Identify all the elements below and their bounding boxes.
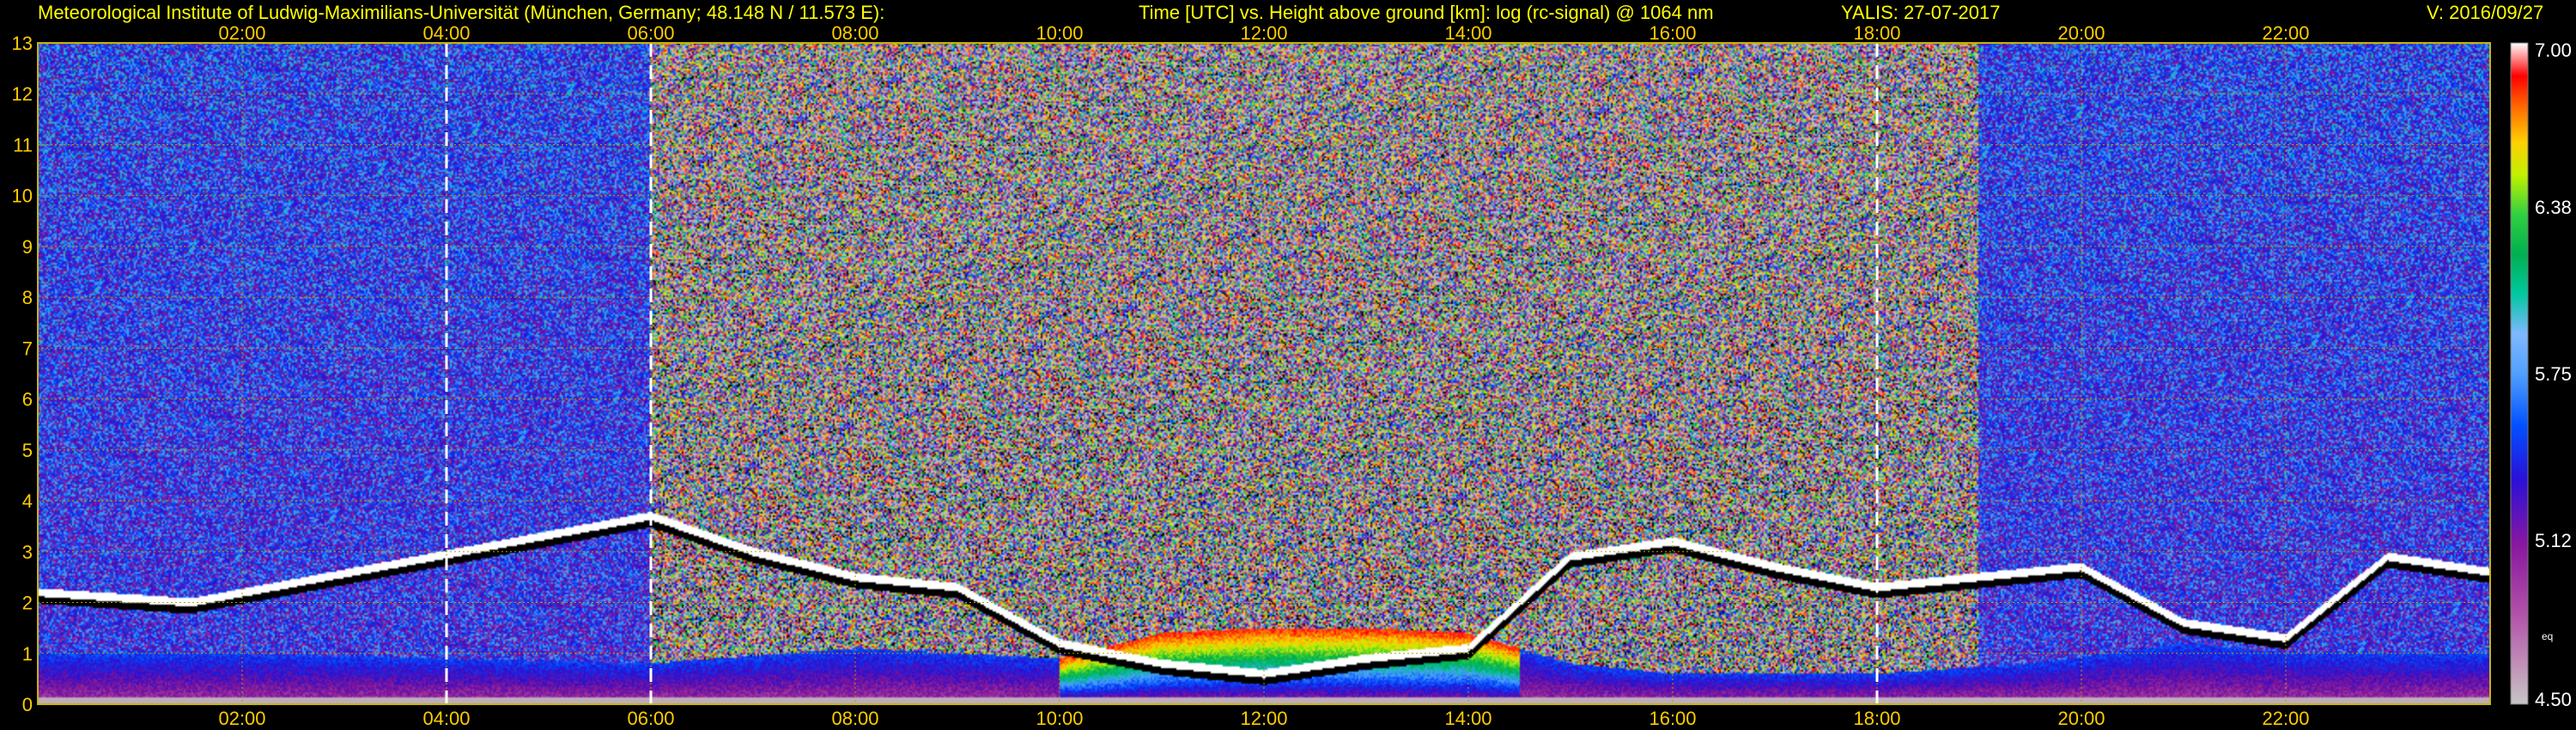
colorbar-tick-label: 4.50 <box>2535 689 2572 710</box>
x-tick-label-top: 10:00 <box>1036 22 1083 44</box>
x-tick-label-top: 04:00 <box>422 22 470 44</box>
x-tick-label-bottom: 06:00 <box>627 708 674 729</box>
x-tick-label-top: 02:00 <box>218 22 265 44</box>
y-tick-label: 2 <box>22 593 33 614</box>
colorbar-extra-label: eq <box>2542 630 2553 642</box>
x-tick-label-top: 14:00 <box>1444 22 1492 44</box>
x-tick-label-bottom: 22:00 <box>2262 708 2309 729</box>
y-tick-label: 12 <box>12 83 33 105</box>
x-tick-label-top: 20:00 <box>2057 22 2105 44</box>
x-tick-label-bottom: 20:00 <box>2057 708 2105 729</box>
x-tick-label-top: 12:00 <box>1240 22 1287 44</box>
x-tick-label-bottom: 18:00 <box>1853 708 1900 729</box>
x-tick-label-top: 16:00 <box>1649 22 1696 44</box>
y-tick-label: 3 <box>22 541 33 563</box>
lidar-backscatter-chart: 02:00 02:00 04:00 04:00 06:00 06:00 08:00 08:00… <box>12 22 2572 729</box>
colorbar-labels: 7.00 6.38 5.75 5.12 4.50 eq <box>2535 40 2572 710</box>
x-tick-label-top: 08:00 <box>831 22 878 44</box>
y-tick-label: 11 <box>13 134 33 155</box>
y-tick-label: 7 <box>22 338 33 359</box>
x-tick-label-bottom: 08:00 <box>831 708 878 729</box>
x-tick-label-top: 18:00 <box>1853 22 1900 44</box>
x-tick-label-bottom: 12:00 <box>1240 708 1287 729</box>
x-tick-label-bottom: 16:00 <box>1649 708 1696 729</box>
x-tick-label-bottom: 02:00 <box>218 708 265 729</box>
x-tick-label-top: 06:00 <box>627 22 674 44</box>
x-tick-label-bottom: 14:00 <box>1444 708 1492 729</box>
y-tick-label: 6 <box>22 389 33 411</box>
y-tick-label: 4 <box>22 490 33 512</box>
x-tick-label-bottom: 04:00 <box>422 708 470 729</box>
x-tick-label-bottom: 10:00 <box>1036 708 1083 729</box>
colorbar <box>2510 42 2529 705</box>
y-tick-label: 0 <box>22 694 33 715</box>
colorbar-tick-label: 6.38 <box>2535 197 2572 218</box>
y-tick-label: 1 <box>22 643 33 665</box>
y-tick-label: 9 <box>22 236 33 258</box>
y-tick-label: 10 <box>12 186 33 207</box>
y-tick-label: 5 <box>22 440 33 461</box>
colorbar-tick-label: 5.12 <box>2535 530 2572 551</box>
y-tick-label: 8 <box>22 287 33 308</box>
x-tick-label-top: 22:00 <box>2262 22 2309 44</box>
colorbar-tick-label: 5.75 <box>2535 363 2572 385</box>
y-tick-label: 13 <box>12 33 33 54</box>
colorbar-tick-label: 7.00 <box>2535 40 2572 61</box>
